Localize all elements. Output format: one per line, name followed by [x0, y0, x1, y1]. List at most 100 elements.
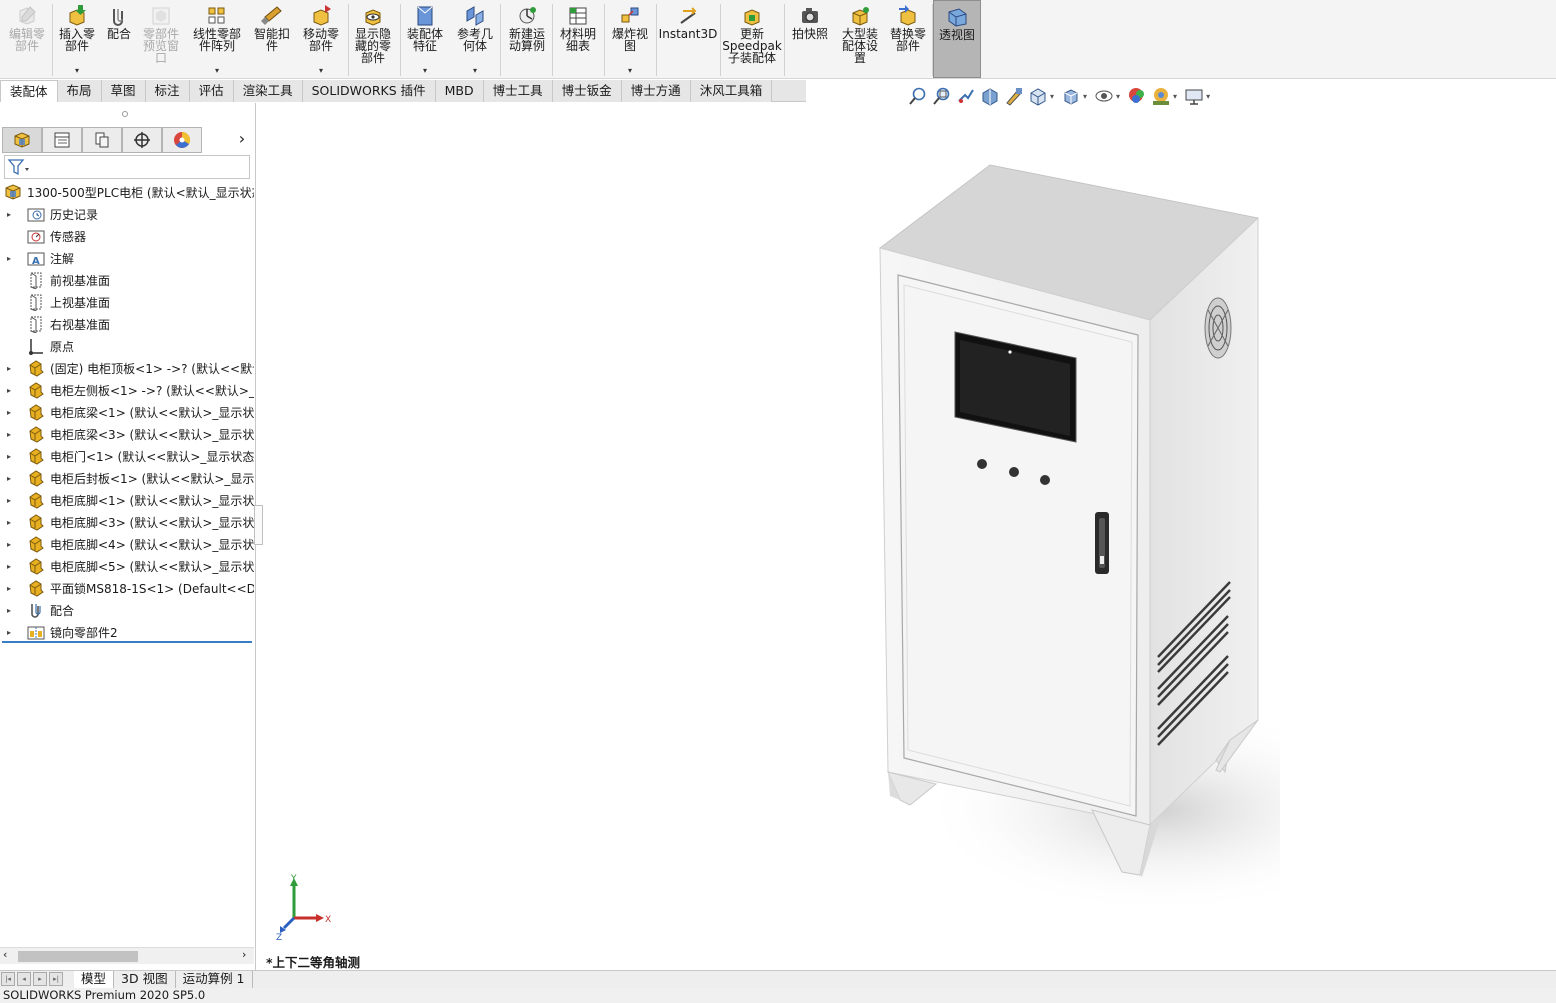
scroll-right-icon[interactable]: › — [242, 948, 246, 961]
command-tab[interactable]: 博士钣金 — [552, 80, 622, 102]
tree-item[interactable]: ▸ 电柜后封板<1> (默认<<默认>_显示状 — [0, 467, 254, 489]
mate-button[interactable]: 配合 — [102, 0, 136, 78]
tree-item[interactable]: 传感器 — [0, 225, 254, 247]
snapshot-button[interactable]: 拍快照 — [787, 0, 833, 78]
plc-cabinet-model[interactable] — [860, 160, 1280, 920]
expand-arrow-icon[interactable]: ▸ — [7, 408, 11, 417]
command-tab[interactable]: 博士工具 — [483, 80, 553, 102]
tree-item[interactable]: ▸ 电柜底脚<4> (默认<<默认>_显示状态 — [0, 533, 254, 555]
assembly-feature-button[interactable]: 装配体 特征 ▾ — [402, 0, 448, 78]
expand-arrow-icon[interactable]: ▸ — [7, 386, 11, 395]
tree-item[interactable]: ▸ A 注解 — [0, 247, 254, 269]
tree-item[interactable]: ▸ 电柜底脚<1> (默认<<默认>_显示状态 — [0, 489, 254, 511]
tree-item[interactable]: ▸ 历史记录 — [0, 203, 254, 225]
tab-dimxpert-manager[interactable] — [122, 127, 162, 153]
command-tab[interactable]: 博士方通 — [621, 80, 691, 102]
tree-item[interactable]: ▸ 电柜底脚<3> (默认<<默认>_显示状态 — [0, 511, 254, 533]
rollback-bar[interactable] — [2, 641, 252, 643]
new-motion-study-button[interactable]: 新建运 动算例 — [503, 0, 551, 78]
tree-item[interactable]: ▸ 电柜底脚<5> (默认<<默认>_显示状态 — [0, 555, 254, 577]
command-tab[interactable]: SOLIDWORKS 插件 — [302, 80, 436, 102]
tree-item[interactable]: ▸ 电柜底梁<3> (默认<<默认>_显示状态 — [0, 423, 254, 445]
bom-button[interactable]: 材料明 细表 — [554, 0, 602, 78]
expand-arrow-icon[interactable]: ▸ — [7, 254, 11, 263]
insert-part-button[interactable]: 插入零 部件 ▾ — [54, 0, 100, 78]
large-assembly-button[interactable]: 大型装 配体设 置 — [836, 0, 884, 78]
panel-grip-handle[interactable] — [122, 111, 128, 117]
tree-item[interactable]: ▸ 镜向零部件2 — [0, 621, 254, 643]
tree-item[interactable]: ▸ (固定) 电柜顶板<1> ->? (默认<<默认 — [0, 357, 254, 379]
tree-horizontal-scrollbar[interactable]: ‹ › — [0, 947, 254, 964]
tree-item[interactable]: ▸ 电柜门<1> (默认<<默认>_显示状态 — [0, 445, 254, 467]
expand-arrow-icon[interactable]: ▸ — [7, 606, 11, 615]
expand-arrow-icon[interactable]: ▸ — [7, 518, 11, 527]
smart-fastener-button[interactable]: 智能扣 件 — [250, 0, 294, 78]
command-tab[interactable]: 沐风工具箱 — [690, 80, 773, 102]
tree-item[interactable]: 右视基准面 — [0, 313, 254, 335]
tree-item[interactable]: 前视基准面 — [0, 269, 254, 291]
command-tab[interactable]: 装配体 — [0, 80, 58, 102]
replace-part-button[interactable]: 替换零 部件 — [884, 0, 932, 78]
tab-feature-manager[interactable] — [2, 127, 42, 153]
model-tab[interactable]: 模型 — [74, 971, 115, 988]
display-style-dropdown[interactable]: ▾ — [1083, 92, 1087, 101]
exploded-view-dropdown-arrow[interactable]: ▾ — [628, 66, 632, 75]
apply-scene-dropdown[interactable]: ▾ — [1173, 92, 1177, 101]
exploded-view-button[interactable]: 爆炸视 图 ▾ — [606, 0, 654, 78]
next-tab-button[interactable]: ▸ — [33, 972, 47, 986]
linear-pattern-dropdown-arrow[interactable]: ▾ — [215, 66, 219, 75]
expand-arrow-icon[interactable]: ▸ — [7, 628, 11, 637]
first-tab-button[interactable]: |◂ — [1, 972, 15, 986]
command-tab[interactable]: 渲染工具 — [233, 80, 303, 102]
tree-root-assembly[interactable]: 1300-500型PLC电柜 (默认<默认_显示状态 — [0, 181, 254, 203]
tree-item[interactable]: ▸ 配合 — [0, 599, 254, 621]
tree-item[interactable]: 上视基准面 — [0, 291, 254, 313]
expand-arrow-icon[interactable]: ▸ — [7, 540, 11, 549]
tree-item[interactable]: 原点 — [0, 335, 254, 357]
tree-item[interactable]: ▸ 平面锁MS818-1S<1> (Default<<De — [0, 577, 254, 599]
hide-show-dropdown[interactable]: ▾ — [1116, 92, 1120, 101]
scrollbar-thumb[interactable] — [18, 951, 138, 962]
reference-geometry-button[interactable]: 参考几 何体 ▾ — [452, 0, 498, 78]
tree-item[interactable]: ▸ 电柜底梁<1> (默认<<默认>_显示状态 — [0, 401, 254, 423]
tree-filter-field[interactable] — [4, 155, 250, 179]
instant3d-button[interactable]: Instant3D — [658, 0, 718, 78]
expand-arrow-icon[interactable]: ▸ — [7, 562, 11, 571]
update-speedpak-button[interactable]: 更新 Speedpak 子装配体 — [722, 0, 782, 78]
command-tab[interactable]: 草图 — [101, 80, 146, 102]
view-orientation-dropdown[interactable]: ▾ — [1050, 92, 1054, 101]
expand-arrow-icon[interactable]: ▸ — [7, 430, 11, 439]
expand-arrow-icon[interactable]: ▸ — [7, 584, 11, 593]
insert-part-dropdown-arrow[interactable]: ▾ — [75, 66, 79, 75]
last-tab-button[interactable]: ▸| — [49, 972, 63, 986]
part-preview-button[interactable]: 零部件 预览窗 口 — [138, 0, 184, 78]
expand-arrow-icon[interactable]: ▸ — [7, 364, 11, 373]
tab-display-manager[interactable] — [162, 127, 202, 153]
move-part-dropdown-arrow[interactable]: ▾ — [319, 66, 323, 75]
expand-arrow-icon[interactable]: ▸ — [7, 474, 11, 483]
expand-arrow-icon[interactable]: ▸ — [7, 496, 11, 505]
move-part-button[interactable]: 移动零 部件 ▾ — [298, 0, 344, 78]
tree-item[interactable]: ▸ 电柜左侧板<1> ->? (默认<<默认>_显 — [0, 379, 254, 401]
tab-property-manager[interactable] — [42, 127, 82, 153]
perspective-button[interactable]: 透视图 — [933, 0, 981, 78]
edit-part-button[interactable]: 编辑零 部件 — [4, 0, 50, 78]
command-tab[interactable]: MBD — [435, 80, 484, 102]
scroll-left-icon[interactable]: ‹ — [3, 948, 7, 961]
linear-pattern-button[interactable]: 线性零部 件阵列 ▾ — [188, 0, 246, 78]
expand-arrow-icon[interactable]: ▸ — [7, 210, 11, 219]
prev-tab-button[interactable]: ◂ — [17, 972, 31, 986]
reference-geometry-dropdown-arrow[interactable]: ▾ — [473, 66, 477, 75]
panel-tabs-next-arrow[interactable]: › — [232, 127, 252, 153]
part-icon — [27, 425, 45, 443]
assembly-feature-dropdown-arrow[interactable]: ▾ — [423, 66, 427, 75]
command-tab[interactable]: 标注 — [145, 80, 190, 102]
tab-configuration-manager[interactable] — [82, 127, 122, 153]
command-tab[interactable]: 评估 — [189, 80, 234, 102]
model-tab[interactable]: 3D 视图 — [114, 971, 176, 988]
view-settings-dropdown[interactable]: ▾ — [1206, 92, 1210, 101]
command-tab[interactable]: 布局 — [57, 80, 102, 102]
expand-arrow-icon[interactable]: ▸ — [7, 452, 11, 461]
model-tab[interactable]: 运动算例 1 — [176, 971, 253, 988]
show-hidden-button[interactable]: 显示隐 藏的零 部件 — [350, 0, 396, 78]
